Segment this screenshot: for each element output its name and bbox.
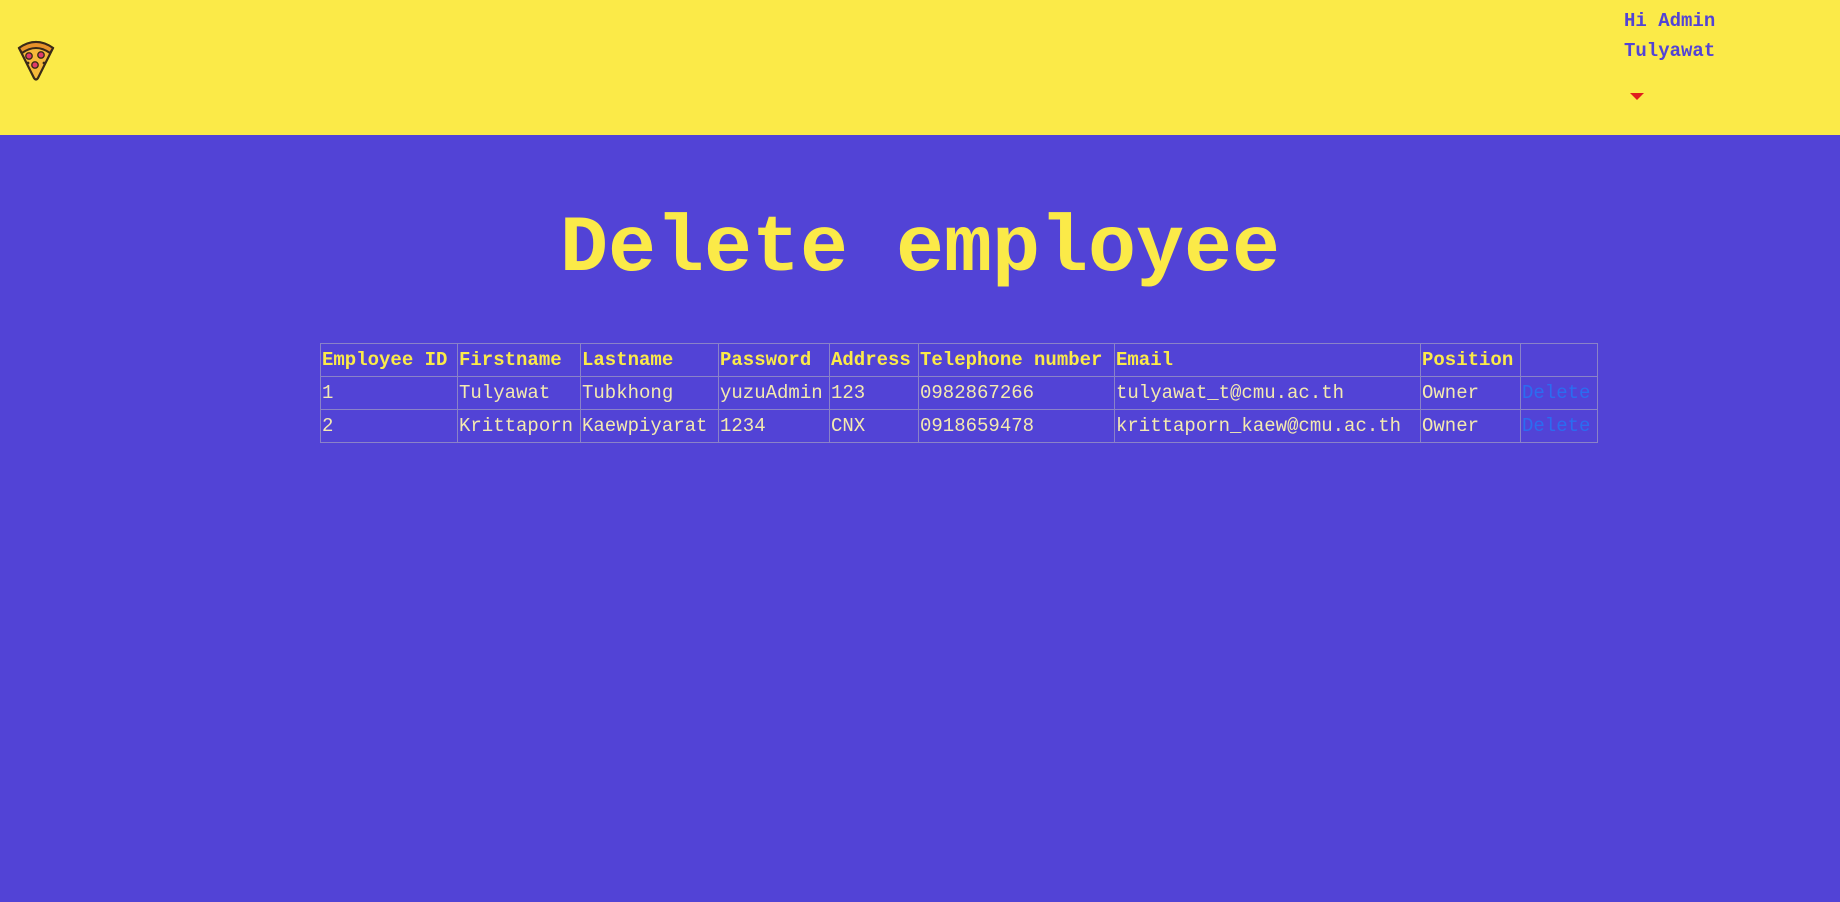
cell-action: Delete [1520, 376, 1598, 410]
header-password: Password [718, 343, 830, 377]
caret-down-icon[interactable] [1630, 93, 1644, 100]
greeting-line-2: Tulyawat [1624, 40, 1716, 62]
header-position: Position [1420, 343, 1521, 377]
cell-password: 1234 [718, 409, 830, 443]
header-address: Address [829, 343, 919, 377]
cell-firstname: Tulyawat [457, 376, 581, 410]
table-row: 2 Krittaporn Kaewpiyarat 1234 CNX 091865… [320, 409, 1598, 443]
cell-lastname: Tubkhong [580, 376, 719, 410]
cell-telephone: 0918659478 [918, 409, 1115, 443]
delete-link[interactable]: Delete [1522, 382, 1590, 404]
employee-table: Employee ID Firstname Lastname Password … [320, 343, 1598, 443]
cell-password: yuzuAdmin [718, 376, 830, 410]
cell-email: tulyawat_t@cmu.ac.th [1114, 376, 1421, 410]
header-telephone: Telephone number [918, 343, 1115, 377]
cell-telephone: 0982867266 [918, 376, 1115, 410]
table-row: 1 Tulyawat Tubkhong yuzuAdmin 123 098286… [320, 376, 1598, 410]
cell-address: CNX [829, 409, 919, 443]
cell-address: 123 [829, 376, 919, 410]
pizza-icon[interactable] [15, 38, 57, 82]
user-greeting[interactable]: Hi Admin Tulyawat [1624, 6, 1774, 66]
cell-employee-id: 1 [320, 376, 458, 410]
cell-action: Delete [1520, 409, 1598, 443]
delete-link[interactable]: Delete [1522, 415, 1590, 437]
cell-firstname: Krittaporn [457, 409, 581, 443]
header-action [1520, 343, 1598, 377]
cell-position: Owner [1420, 376, 1521, 410]
header-email: Email [1114, 343, 1421, 377]
cell-lastname: Kaewpiyarat [580, 409, 719, 443]
greeting-line-1: Hi Admin [1624, 10, 1716, 32]
table-header-row: Employee ID Firstname Lastname Password … [320, 343, 1598, 377]
cell-position: Owner [1420, 409, 1521, 443]
top-navbar: Hi Admin Tulyawat [0, 0, 1840, 135]
cell-email: krittaporn_kaew@cmu.ac.th [1114, 409, 1421, 443]
header-firstname: Firstname [457, 343, 581, 377]
header-employee-id: Employee ID [320, 343, 458, 377]
page-title: Delete employee [559, 204, 1281, 295]
cell-employee-id: 2 [320, 409, 458, 443]
header-lastname: Lastname [580, 343, 719, 377]
